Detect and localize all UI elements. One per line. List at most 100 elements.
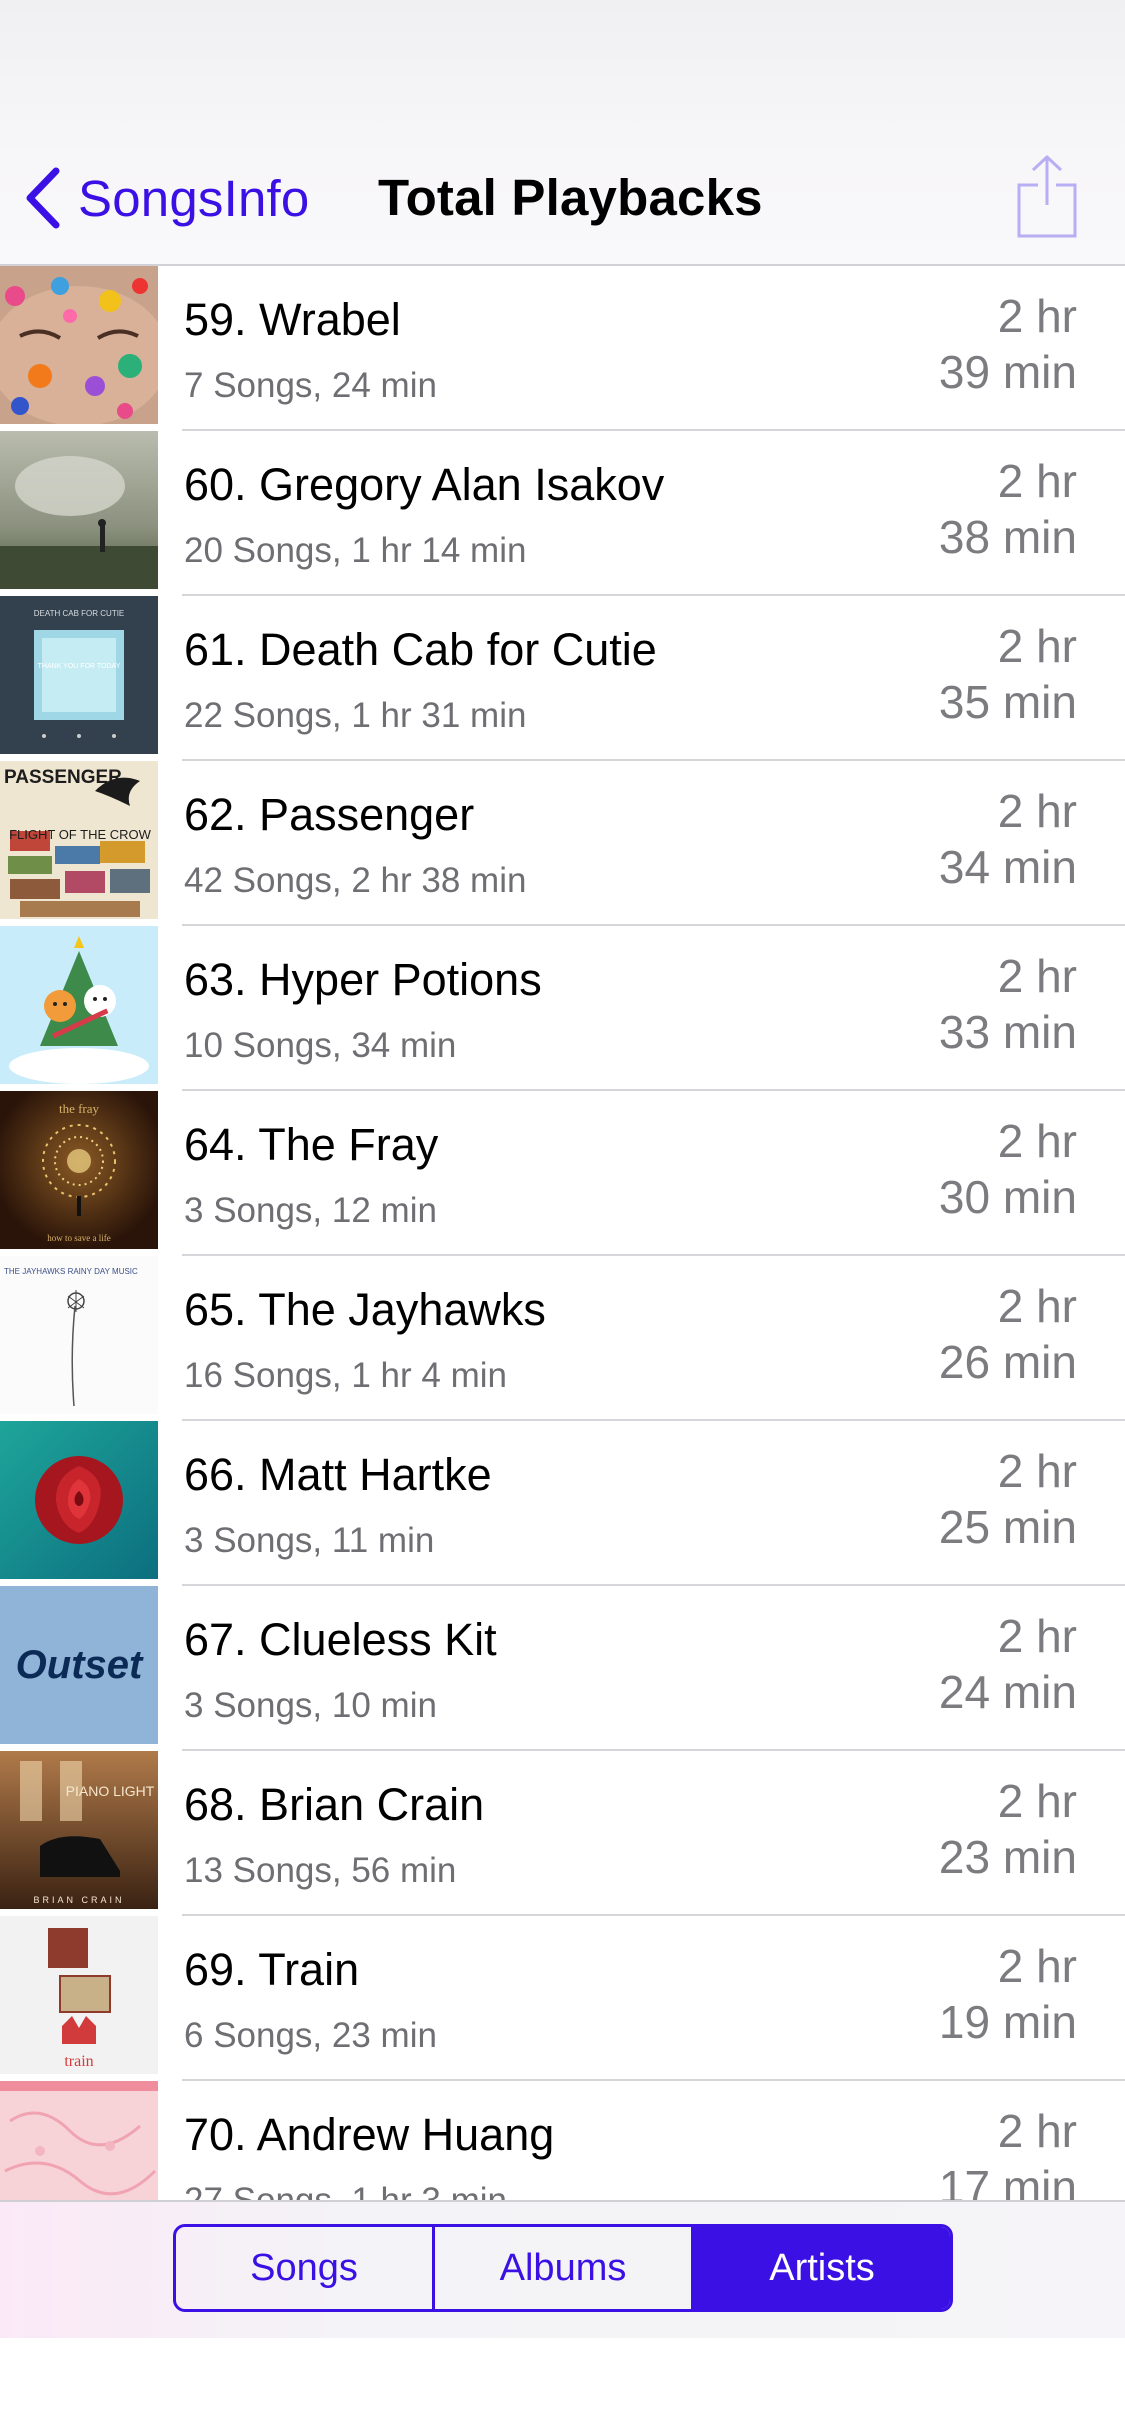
artist-name: 63. Hyper Potions [184,954,542,1005]
duration-minutes: 19 min [938,1996,1077,2048]
duration-hours: 2 hr [997,290,1077,342]
playback-duration: 2 hr 33 min [857,948,1077,1060]
playback-duration: 2 hr 34 min [857,783,1077,895]
art-text: train [64,2053,93,2070]
artist-name: 66. Matt Hartke [184,1449,492,1500]
hyper-potions-album-art [0,926,158,1084]
artist-name: 67. Clueless Kit [184,1614,497,1665]
artist-song-count: 42 Songs, 2 hr 38 min [184,861,527,900]
bottom-toolbar: Songs Albums Artists [0,2200,1125,2338]
list-item[interactable]: 63. Hyper Potions 10 Songs, 34 min 2 hr … [0,926,1125,1091]
artist-song-count: 3 Songs, 10 min [184,1686,437,1725]
duration-hours: 2 hr [997,950,1077,1002]
artist-song-count: 3 Songs, 12 min [184,1191,437,1230]
playback-duration: 2 hr 39 min [857,288,1077,400]
art-text: BRIAN CRAIN [33,1895,124,1905]
playback-duration: 2 hr 24 min [857,1608,1077,1720]
list-item[interactable]: 66. Matt Hartke 3 Songs, 11 min 2 hr 25 … [0,1421,1125,1586]
playback-duration: 2 hr 19 min [857,1938,1077,2050]
navigation-bar: SongsInfo Total Playbacks [0,0,1125,266]
list-item[interactable]: the fray how to save a life 64. The Fray… [0,1091,1125,1256]
artist-name: 65. The Jayhawks [184,1284,546,1335]
playback-duration: 2 hr 25 min [857,1443,1077,1555]
duration-minutes: 17 min [938,2161,1077,2200]
art-text: THE JAYHAWKS RAINY DAY MUSIC [4,1267,138,1276]
back-button-label: SongsInfo [78,169,310,227]
share-icon[interactable] [1016,153,1078,239]
duration-minutes: 30 min [938,1171,1077,1223]
list-item[interactable]: 70. Andrew Huang 27 Songs, 1 hr 3 min 2 … [0,2081,1125,2200]
artist-song-count: 16 Songs, 1 hr 4 min [184,1356,507,1395]
brian-crain-album-art: PIANO LIGHT BRIAN CRAIN [0,1751,158,1909]
artist-song-count: 22 Songs, 1 hr 31 min [184,696,527,735]
art-text: Outset [16,1643,144,1687]
duration-minutes: 23 min [938,1831,1077,1883]
artist-song-count: 3 Songs, 11 min [184,1521,435,1560]
duration-hours: 2 hr [997,1940,1077,1992]
duration-minutes: 25 min [938,1501,1077,1553]
art-text: the fray [59,1101,100,1116]
tab-songs[interactable]: Songs [176,2227,432,2309]
clueless-kit-album-art: Outset [0,1586,158,1744]
list-item[interactable]: 60. Gregory Alan Isakov 20 Songs, 1 hr 1… [0,431,1125,596]
list-item[interactable]: DEATH CAB FOR CUTIE THANK YOU FOR TODAY … [0,596,1125,761]
duration-hours: 2 hr [997,1610,1077,1662]
death-cab-album-art: DEATH CAB FOR CUTIE THANK YOU FOR TODAY [0,596,158,754]
artist-name: 64. The Fray [184,1119,439,1170]
artist-song-count: 10 Songs, 34 min [184,1026,457,1065]
artist-name: 70. Andrew Huang [184,2109,555,2160]
back-button[interactable]: SongsInfo [22,160,309,236]
wrabel-album-art [0,266,158,424]
duration-minutes: 35 min [938,676,1077,728]
list-item[interactable]: Outset 67. Clueless Kit 3 Songs, 10 min … [0,1586,1125,1751]
artist-list[interactable]: 59. Wrabel 7 Songs, 24 min 2 hr 39 min 6… [0,266,1125,2200]
train-album-art: train [0,1916,158,2074]
list-item[interactable]: train 69. Train 6 Songs, 23 min 2 hr 19 … [0,1916,1125,2081]
duration-hours: 2 hr [997,785,1077,837]
duration-minutes: 33 min [938,1006,1077,1058]
jayhawks-album-art: THE JAYHAWKS RAINY DAY MUSIC [0,1256,158,1414]
duration-hours: 2 hr [997,1280,1077,1332]
view-segmented-control[interactable]: Songs Albums Artists [173,2224,953,2312]
duration-hours: 2 hr [997,1775,1077,1827]
artist-song-count: 13 Songs, 56 min [184,1851,457,1890]
duration-minutes: 24 min [938,1666,1077,1718]
art-text: FLIGHT OF THE CROW [9,827,152,842]
artist-song-count: 6 Songs, 23 min [184,2016,437,2055]
artist-name: 62. Passenger [184,789,475,840]
the-fray-album-art: the fray how to save a life [0,1091,158,1249]
duration-hours: 2 hr [997,455,1077,507]
tab-artists[interactable]: Artists [691,2227,950,2309]
chevron-left-icon [26,167,60,229]
duration-hours: 2 hr [997,1445,1077,1497]
art-text: THANK YOU FOR TODAY [38,663,121,670]
playback-duration: 2 hr 38 min [857,453,1077,565]
list-item[interactable]: THE JAYHAWKS RAINY DAY MUSIC 65. The Jay… [0,1256,1125,1421]
duration-minutes: 26 min [938,1336,1077,1388]
artist-name: 60. Gregory Alan Isakov [184,459,665,510]
home-indicator-area [0,2338,1125,2436]
duration-minutes: 39 min [938,346,1077,398]
playback-duration: 2 hr 30 min [857,1113,1077,1225]
artist-song-count: 20 Songs, 1 hr 14 min [184,531,527,570]
duration-minutes: 34 min [938,841,1077,893]
duration-hours: 2 hr [997,620,1077,672]
artist-song-count: 27 Songs, 1 hr 3 min [184,2181,507,2200]
tab-albums[interactable]: Albums [432,2227,691,2309]
artist-name: 69. Train [184,1944,360,1995]
artist-name: 68. Brian Crain [184,1779,485,1830]
playback-duration: 2 hr 17 min [857,2103,1077,2200]
list-item[interactable]: 59. Wrabel 7 Songs, 24 min 2 hr 39 min [0,266,1125,431]
artist-song-count: 7 Songs, 24 min [184,366,437,405]
duration-hours: 2 hr [997,2105,1077,2157]
art-text: PIANO LIGHT [66,1783,155,1799]
playback-duration: 2 hr 35 min [857,618,1077,730]
list-item[interactable]: PIANO LIGHT BRIAN CRAIN 68. Brian Crain … [0,1751,1125,1916]
playback-duration: 2 hr 23 min [857,1773,1077,1885]
gregory-alan-isakov-album-art [0,431,158,589]
list-item[interactable]: PASSENGER FLIGHT OF THE CROW 62. Passeng… [0,761,1125,926]
andrew-huang-album-art [0,2081,158,2200]
duration-hours: 2 hr [997,1115,1077,1167]
artist-name: 61. Death Cab for Cutie [184,624,657,675]
playback-duration: 2 hr 26 min [857,1278,1077,1390]
